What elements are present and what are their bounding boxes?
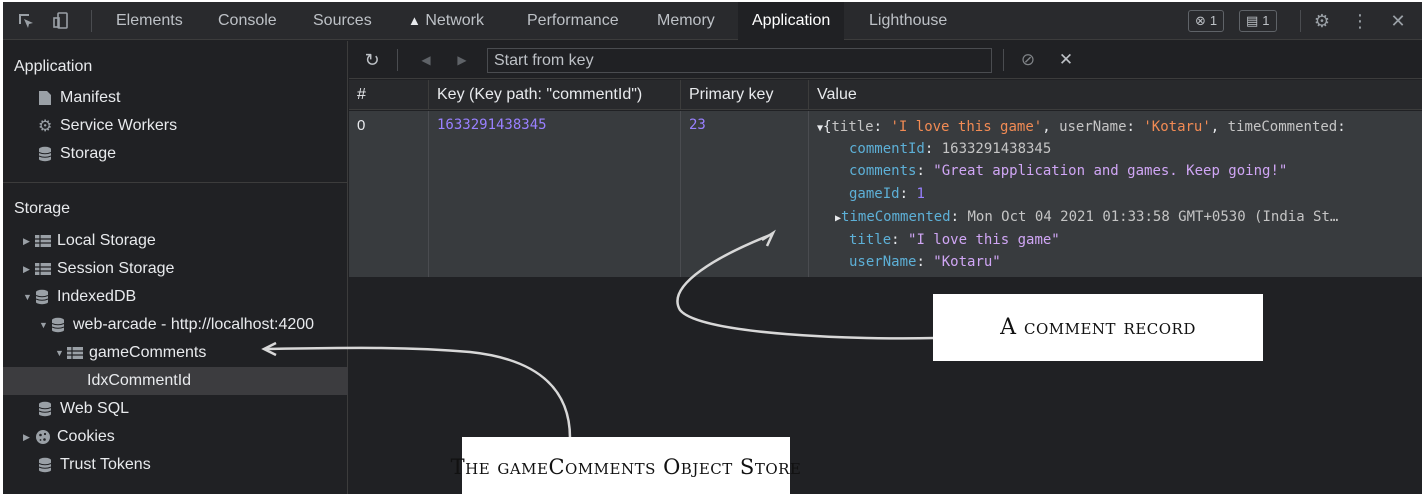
tab-network[interactable]: ▲ Network <box>408 2 484 40</box>
sidebar-item-label: IndexedDB <box>57 288 137 305</box>
errors-badge[interactable]: ⊗ 1 <box>1188 10 1225 32</box>
application-sidebar: Application Manifest ⚙ Service Workers S… <box>3 41 348 494</box>
callout-object-store: The gameComments Object Store <box>451 437 801 497</box>
file-icon <box>38 90 60 106</box>
previous-page-icon[interactable]: ◀ <box>415 49 437 71</box>
next-page-icon[interactable]: ▶ <box>451 49 473 71</box>
database-icon <box>38 457 60 473</box>
data-view-toolbar: ↻ ◀ ▶ ⊘ ✕ <box>349 41 1422 79</box>
toolbar-separator <box>1300 10 1301 32</box>
value-field-comments: comments: "Great application and games. … <box>849 163 1288 179</box>
errors-count: 1 <box>1209 13 1218 28</box>
tab-elements[interactable]: Elements <box>116 2 183 40</box>
devtools-window: Elements Console Sources ▲ Network Perfo… <box>3 2 1422 494</box>
sidebar-item-label: Storage <box>60 145 117 162</box>
row-index-cell: 0 <box>349 111 429 277</box>
collapse-triangle-icon[interactable]: ▼ <box>55 348 67 358</box>
sidebar-item-gamecomments[interactable]: ▼ gameComments <box>55 339 206 367</box>
sidebar-item-label: web-arcade - http://localhost:4200 <box>73 316 315 333</box>
table-row[interactable]: 0 1633291438345 23 ▼{title: 'I love this… <box>349 111 1422 277</box>
sidebar-item-label: Web SQL <box>60 400 130 417</box>
expand-triangle-icon[interactable]: ▶ <box>23 432 35 443</box>
sidebar-item-storage[interactable]: Storage <box>38 140 116 168</box>
sidebar-item-manifest[interactable]: Manifest <box>38 84 120 112</box>
sidebar-item-idxcommentid[interactable]: IdxCommentId <box>87 367 191 395</box>
sidebar-item-label: gameComments <box>89 344 207 361</box>
value-field-commentid: commentId: 1633291438345 <box>849 141 1052 157</box>
toolbar-separator <box>397 49 398 71</box>
row-key-cell: 1633291438345 <box>429 111 681 277</box>
warning-icon: ▲ <box>408 13 421 28</box>
storage-section-header: Storage <box>14 200 71 217</box>
indexeddb-data-view: ↻ ◀ ▶ ⊘ ✕ # Key (Key path: "commentId") … <box>349 41 1422 494</box>
database-icon <box>38 401 60 417</box>
clear-store-icon[interactable]: ⊘ <box>1017 49 1039 71</box>
message-icon: ▤ <box>1246 13 1259 28</box>
gear-icon: ⚙ <box>38 118 53 135</box>
messages-badge[interactable]: ▤ 1 <box>1239 10 1277 32</box>
collapse-triangle-icon[interactable]: ▼ <box>39 320 51 330</box>
value-field-title: title: "I love this game" <box>849 232 1060 248</box>
value-field-timecommented[interactable]: ▶timeCommented: Mon Oct 04 2021 01:33:58… <box>835 209 1338 225</box>
tab-network-label: Network <box>425 12 485 29</box>
gear-icon[interactable]: ⚙ <box>1311 10 1333 32</box>
sidebar-item-label: Manifest <box>60 89 121 106</box>
sidebar-item-label: Session Storage <box>57 260 175 277</box>
database-icon <box>51 317 73 333</box>
data-grid-header: # Key (Key path: "commentId") Primary ke… <box>349 80 1422 110</box>
tab-sources[interactable]: Sources <box>313 2 372 40</box>
inspect-element-icon[interactable] <box>15 10 37 32</box>
sidebar-item-service-workers[interactable]: ⚙ Service Workers <box>38 112 177 140</box>
sidebar-item-label: Local Storage <box>57 232 156 249</box>
toolbar-separator <box>91 10 92 32</box>
refresh-icon[interactable]: ↻ <box>361 49 383 71</box>
sidebar-item-label: Service Workers <box>60 117 178 134</box>
cookie-icon <box>35 429 57 445</box>
column-header-key[interactable]: Key (Key path: "commentId") <box>429 80 681 110</box>
column-header-primary-key[interactable]: Primary key <box>681 80 809 110</box>
close-icon[interactable]: ✕ <box>1387 10 1409 32</box>
tab-lighthouse[interactable]: Lighthouse <box>869 2 947 40</box>
value-summary[interactable]: ▼{title: 'I love this game', userName: '… <box>817 119 1346 135</box>
table-grid-icon <box>35 263 57 275</box>
column-header-index[interactable]: # <box>349 80 429 110</box>
tab-console[interactable]: Console <box>218 2 277 40</box>
sidebar-item-label: Cookies <box>57 428 115 445</box>
table-grid-icon <box>67 347 89 359</box>
row-value-cell: ▼{title: 'I love this game', userName: '… <box>809 111 1422 277</box>
messages-count: 1 <box>1262 13 1270 28</box>
device-toolbar-icon[interactable] <box>51 10 73 32</box>
toolbar-separator <box>1003 49 1004 71</box>
sidebar-item-cookies[interactable]: ▶ Cookies <box>23 423 115 451</box>
sidebar-item-local-storage[interactable]: ▶ Local Storage <box>23 227 156 255</box>
collapse-triangle-icon[interactable]: ▼ <box>23 292 35 302</box>
value-field-gameid: gameId: 1 <box>849 186 925 202</box>
expand-triangle-icon[interactable]: ▶ <box>23 236 35 247</box>
sidebar-item-web-arcade-db[interactable]: ▼ web-arcade - http://localhost:4200 <box>39 311 314 339</box>
tab-application[interactable]: Application <box>738 2 845 40</box>
sidebar-item-web-sql[interactable]: Web SQL <box>38 395 129 423</box>
more-options-icon[interactable]: ⋮ <box>1349 10 1371 32</box>
delete-selected-icon[interactable]: ✕ <box>1055 49 1077 71</box>
table-grid-icon <box>35 235 57 247</box>
sidebar-item-session-storage[interactable]: ▶ Session Storage <box>23 255 174 283</box>
sidebar-divider <box>3 182 348 183</box>
database-icon <box>38 146 60 162</box>
sidebar-item-trust-tokens[interactable]: Trust Tokens <box>38 451 151 479</box>
expand-triangle-icon[interactable]: ▶ <box>23 264 35 275</box>
start-from-key-input[interactable] <box>487 48 992 73</box>
tab-memory[interactable]: Memory <box>657 2 715 40</box>
value-field-username: userName: "Kotaru" <box>849 254 1001 270</box>
sidebar-item-label: IdxCommentId <box>87 372 192 389</box>
row-primary-key-cell: 23 <box>681 111 809 277</box>
column-header-value[interactable]: Value <box>809 80 1422 110</box>
sidebar-item-label: Trust Tokens <box>60 456 151 473</box>
callout-comment-record: A comment record <box>933 294 1263 361</box>
database-icon <box>35 289 57 305</box>
application-section-header: Application <box>14 58 93 75</box>
devtools-toolbar: Elements Console Sources ▲ Network Perfo… <box>3 2 1422 40</box>
sidebar-item-indexeddb[interactable]: ▼ IndexedDB <box>23 283 136 311</box>
error-icon: ⊗ <box>1195 13 1206 28</box>
tab-performance[interactable]: Performance <box>527 2 619 40</box>
